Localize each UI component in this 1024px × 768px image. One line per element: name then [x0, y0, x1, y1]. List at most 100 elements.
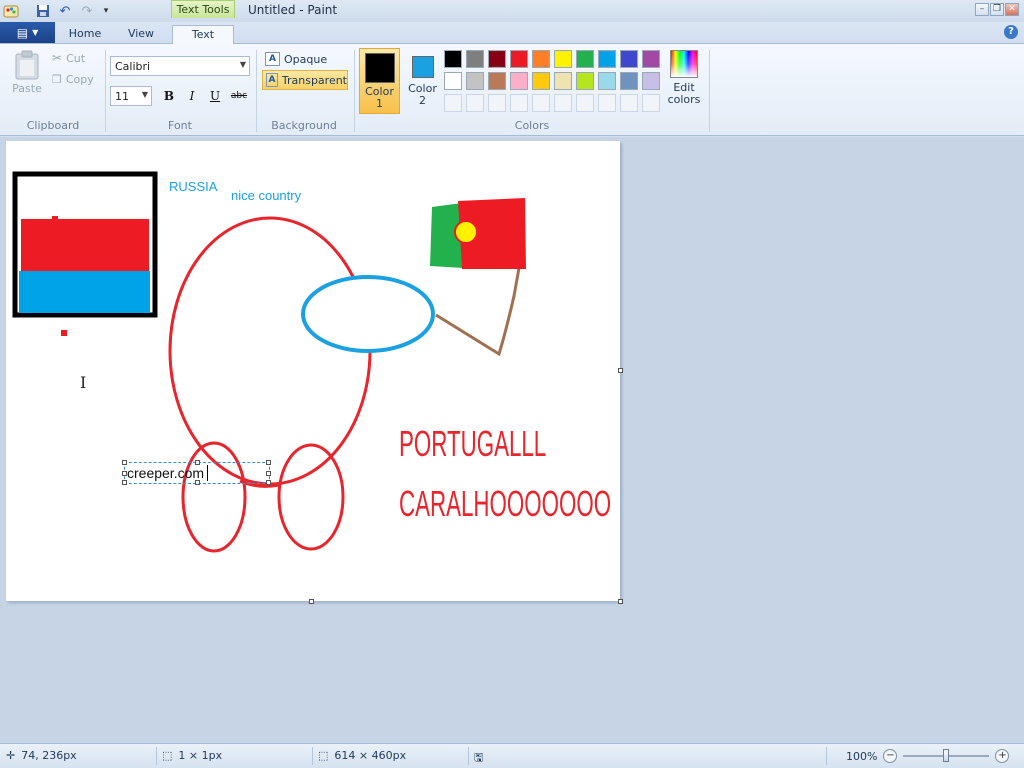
opaque-button[interactable]: A Opaque: [262, 49, 348, 69]
text-caret: [207, 465, 208, 481]
edit-colors-button[interactable]: Edit colors: [666, 50, 702, 106]
resize-handle[interactable]: [266, 480, 271, 485]
palette-swatch[interactable]: [466, 72, 484, 90]
canvas-text-caralho: CARALHOOOOOOO: [399, 483, 612, 524]
tab-view[interactable]: View: [120, 25, 162, 44]
copy-label: Copy: [65, 73, 94, 86]
palette-custom-slot[interactable]: [532, 94, 550, 112]
palette-custom-slot[interactable]: [444, 94, 462, 112]
help-button[interactable]: ?: [1004, 25, 1018, 39]
color2-label: Color 2: [408, 82, 437, 107]
zoom-in-button[interactable]: +: [995, 749, 1010, 763]
palette-swatch[interactable]: [532, 72, 550, 90]
italic-button[interactable]: I: [182, 87, 202, 106]
palette-swatch[interactable]: [642, 50, 660, 68]
strikethrough-button[interactable]: abc: [227, 87, 251, 106]
selection-size-value: 1 × 1px: [178, 749, 223, 762]
flag-blue-stripe: [19, 271, 150, 313]
tab-home[interactable]: Home: [64, 25, 106, 44]
font-size-select[interactable]: 11 ▼: [110, 86, 152, 106]
palette-swatch[interactable]: [532, 50, 550, 68]
bold-button[interactable]: B: [159, 87, 179, 106]
group-separator: [105, 50, 106, 132]
canvas-resize-handle-right[interactable]: [618, 368, 623, 373]
transparent-button[interactable]: A Transparent: [262, 70, 348, 90]
paint-menu-button[interactable]: ▤ ▼: [0, 22, 55, 43]
drawing-canvas[interactable]: RUSSIA nice country PORTUGALLL CARALHOOO…: [6, 141, 620, 601]
body-oval: [168, 216, 372, 486]
right-leg-oval: [277, 443, 345, 551]
chevron-down-icon: ▼: [141, 90, 148, 99]
palette-swatch[interactable]: [598, 72, 616, 90]
scissors-icon: ✂: [52, 51, 63, 65]
color1-button[interactable]: Color 1: [359, 48, 400, 114]
file-size: 🖫: [474, 749, 483, 768]
palette-swatch[interactable]: [466, 50, 484, 68]
palette-swatch[interactable]: [510, 72, 528, 90]
text-edit-content[interactable]: creeper.com: [127, 465, 204, 481]
zoom-slider[interactable]: [903, 749, 990, 762]
zoom-slider-thumb[interactable]: [943, 749, 950, 762]
zoom-out-button[interactable]: −: [883, 749, 898, 763]
palette-swatch[interactable]: [488, 50, 506, 68]
redo-icon[interactable]: ↷: [78, 2, 96, 20]
zoom-level: 100%: [846, 749, 878, 763]
font-family-select[interactable]: Calibri ▼: [110, 56, 250, 76]
paint-app-icon[interactable]: [2, 2, 20, 20]
palette-swatch[interactable]: [620, 50, 638, 68]
save-icon[interactable]: [34, 2, 52, 20]
group-label-colors: Colors: [514, 119, 550, 132]
palette-custom-slot[interactable]: [488, 94, 506, 112]
selection-icon: ⬚: [162, 749, 173, 762]
palette-custom-slot[interactable]: [554, 94, 572, 112]
image-size-value: 614 × 460px: [334, 749, 407, 762]
minimize-button[interactable]: –: [975, 3, 989, 16]
palette-swatch[interactable]: [444, 50, 462, 68]
ribbon-tab-row: ▤ ▼ Home View Text ?: [0, 22, 1024, 45]
palette-swatch[interactable]: [576, 50, 594, 68]
resize-handle[interactable]: [122, 480, 127, 485]
palette-swatch[interactable]: [598, 50, 616, 68]
paste-button[interactable]: Paste: [10, 50, 44, 95]
group-label-background: Background: [271, 119, 337, 132]
resize-handle[interactable]: [195, 460, 200, 465]
palette-swatch[interactable]: [576, 72, 594, 90]
palette-swatch[interactable]: [642, 72, 660, 90]
canvas-resize-handle-corner[interactable]: [618, 599, 623, 604]
restore-button[interactable]: ❐: [990, 3, 1004, 16]
palette-swatch[interactable]: [620, 72, 638, 90]
canvas-resize-handle-bottom[interactable]: [309, 599, 314, 604]
underline-button[interactable]: U: [205, 87, 225, 106]
palette-swatch[interactable]: [554, 72, 572, 90]
color2-button[interactable]: Color 2: [402, 48, 443, 114]
canvas-text-russia: RUSSIA: [169, 179, 218, 194]
zoom-controls: 100% − +: [846, 749, 1010, 763]
resize-handle[interactable]: [122, 460, 127, 465]
resize-handle[interactable]: [195, 480, 200, 485]
palette-swatch[interactable]: [554, 50, 572, 68]
tab-text[interactable]: Text: [172, 25, 234, 45]
palette-custom-slot[interactable]: [598, 94, 616, 112]
close-button[interactable]: ✕: [1005, 3, 1019, 16]
palette-custom-slot[interactable]: [466, 94, 484, 112]
edit-colors-label: Edit colors: [667, 81, 701, 106]
resize-handle[interactable]: [266, 471, 271, 476]
palette-swatch[interactable]: [444, 72, 462, 90]
palette-custom-slot[interactable]: [642, 94, 660, 112]
palette-custom-slot[interactable]: [576, 94, 594, 112]
undo-icon[interactable]: ↶: [56, 2, 74, 20]
resize-handle[interactable]: [266, 460, 271, 465]
cut-label: Cut: [66, 51, 86, 65]
copy-button[interactable]: ❐ Copy: [52, 73, 94, 86]
cut-button[interactable]: ✂ Cut: [52, 51, 85, 65]
palette-swatch[interactable]: [488, 72, 506, 90]
palette-custom-slot[interactable]: [620, 94, 638, 112]
palette-custom-slot[interactable]: [510, 94, 528, 112]
status-separator: [156, 747, 157, 765]
palette-swatch[interactable]: [510, 50, 528, 68]
customize-icon[interactable]: ▾: [97, 2, 115, 20]
canvas-text-nice-country: nice country: [231, 188, 302, 203]
menu-icon: ▤: [16, 25, 29, 40]
resize-handle[interactable]: [122, 471, 127, 476]
text-edit-box[interactable]: creeper.com: [122, 460, 271, 485]
